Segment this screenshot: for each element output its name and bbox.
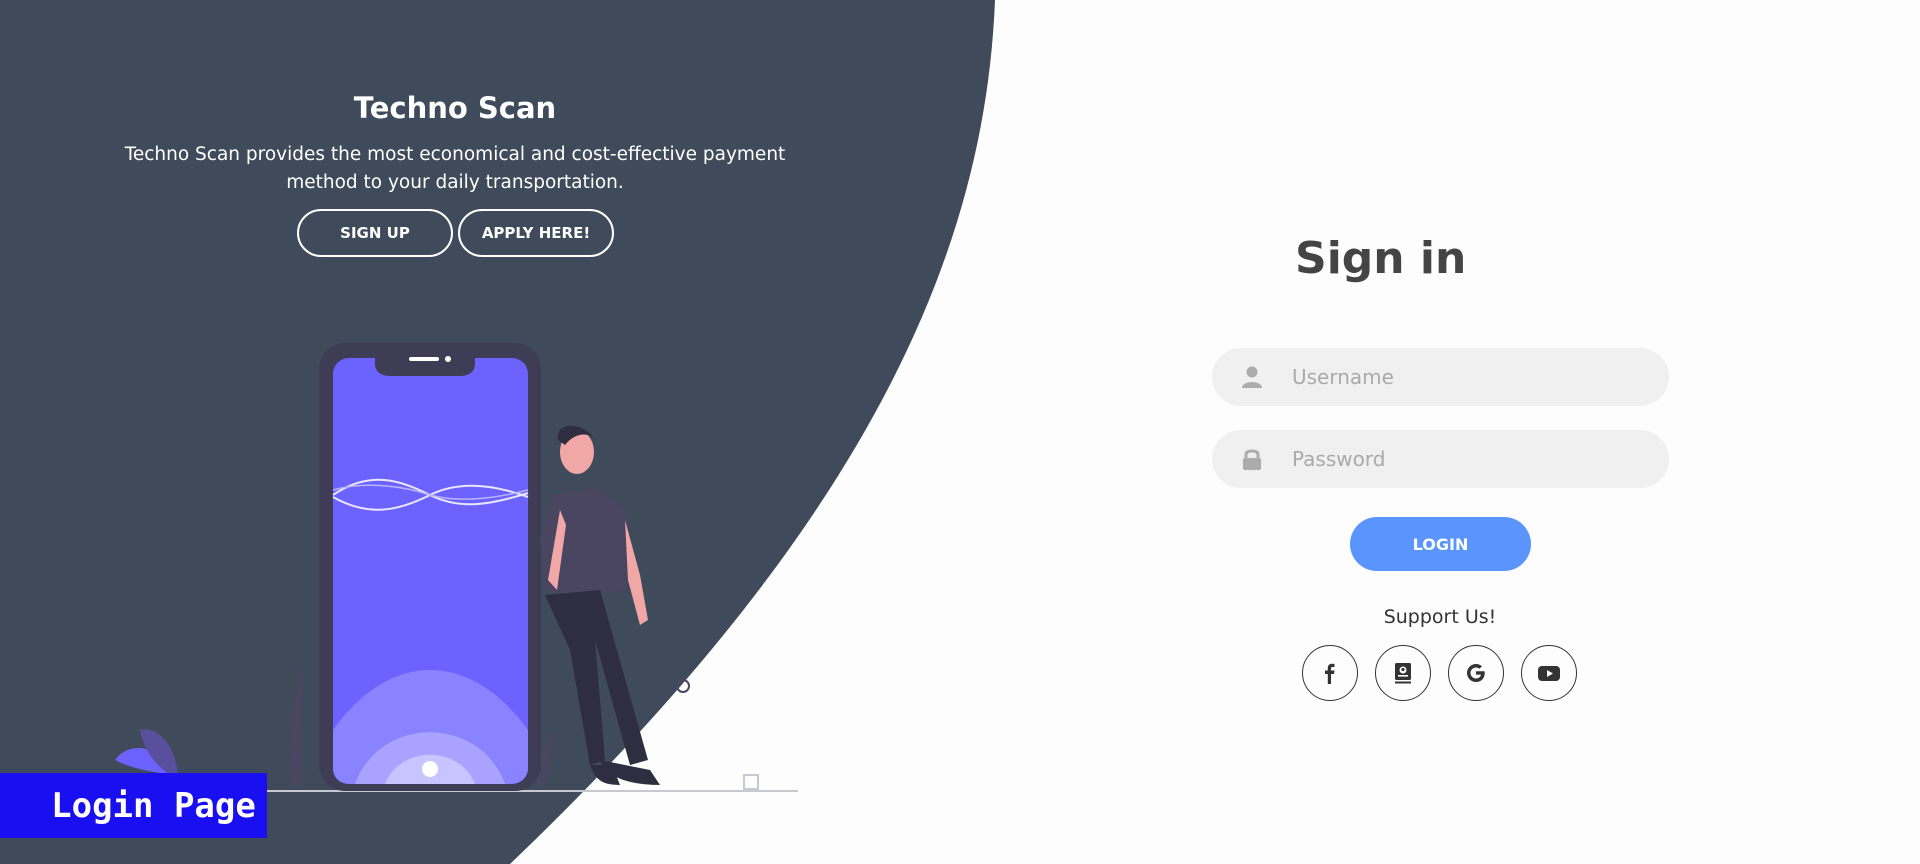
sign-up-button[interactable]: SIGN UP (297, 209, 453, 257)
google-icon (1467, 664, 1485, 682)
apply-here-button[interactable]: APPLY HERE! (458, 209, 614, 257)
youtube-link[interactable] (1521, 645, 1577, 701)
lock-icon (1212, 448, 1292, 470)
facebook-icon (1325, 663, 1335, 684)
user-icon (1212, 366, 1292, 388)
phone-person-illustration (115, 343, 798, 792)
hero-panel: Techno Scan Techno Scan provides the mos… (0, 0, 910, 300)
google-link[interactable] (1448, 645, 1504, 701)
brand-description: Techno Scan provides the most economical… (124, 144, 786, 193)
login-button[interactable]: LOGIN (1350, 517, 1531, 571)
password-input[interactable] (1292, 447, 1652, 471)
signin-panel: Sign in LOGIN Support Us! (1140, 0, 1740, 864)
page-label-badge: Login Page (0, 773, 267, 838)
signin-title: Sign in (1295, 233, 1467, 284)
facebook-link[interactable] (1302, 645, 1358, 701)
support-text: Support Us! (1383, 606, 1497, 628)
username-input[interactable] (1292, 365, 1652, 389)
youtube-icon (1538, 666, 1560, 681)
brand-title: Techno Scan (353, 91, 557, 125)
contact-book-icon (1395, 663, 1411, 684)
contact-book-link[interactable] (1375, 645, 1431, 701)
password-field[interactable] (1212, 430, 1669, 488)
plant-shape (288, 665, 303, 785)
social-links (1302, 645, 1577, 701)
username-field[interactable] (1212, 348, 1669, 406)
